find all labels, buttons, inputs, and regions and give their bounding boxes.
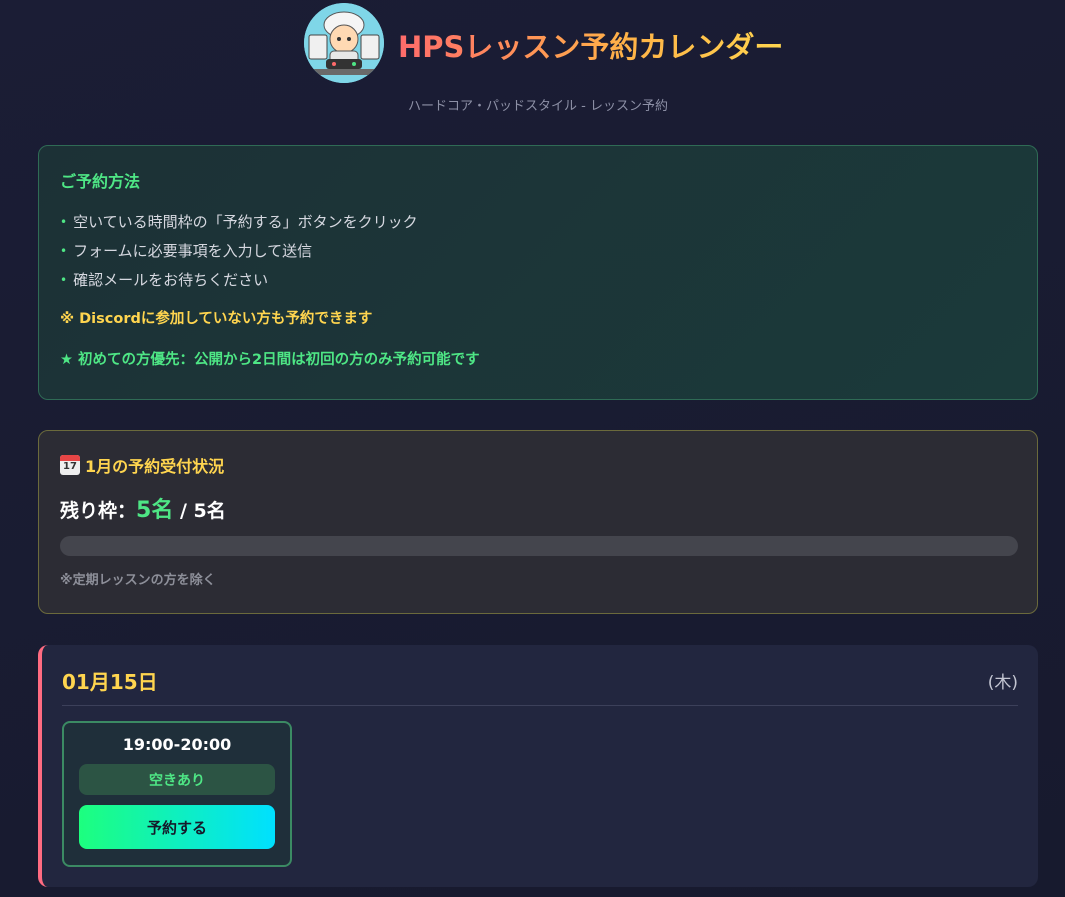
priority-note: ★ 初めての方優先：公開から2日間は初回の方のみ予約可能です [60,352,480,368]
status-title-row: 17 1月の予約受付状況 [60,453,1016,477]
day-weekday: (木) [987,672,1018,693]
status-note: ※定期レッスンの方を除く [60,573,216,588]
day-card: 01月15日 (木) 19:00-20:00 空きあり 予約する [38,645,1038,887]
remaining-count: 5名 [136,498,174,523]
day-date: 01月15日 [62,669,158,694]
list-item: • 確認メールをお待ちください [60,265,1016,294]
app-subtitle: ハードコア・パッドスタイル - レッスン予約 [408,99,668,114]
slot-time: 19:00-20:00 [122,735,232,754]
list-item: • 空いている時間枠の「予約する」ボタンをクリック [60,207,1016,236]
step-text: 空いている時間枠の「予約する」ボタンをクリック [73,213,418,231]
remaining-label: 残り枠： [60,500,137,522]
remaining-slots: 残り枠：5名 / 5名 [60,492,1016,524]
step-text: 確認メールをお待ちください [73,271,269,289]
bullet-icon: • [60,214,68,229]
capacity-progress-bar [60,536,1018,556]
divider [62,705,1018,706]
step-text: フォームに必要事項を入力して送信 [73,242,313,260]
calendar-icon: 17 [60,455,80,475]
instructions-title: ご予約方法 [60,172,141,191]
bullet-icon: • [60,272,68,287]
logo-icon [304,3,384,83]
reservation-instructions: ご予約方法 • 空いている時間枠の「予約する」ボタンをクリック • フォームに必要事… [38,145,1038,400]
header: HPSレッスン予約カレンダー ハードコア・パッドスタイル - レッスン予約 [0,0,1065,130]
total-count: / 5名 [179,500,226,522]
app-title: HPSレッスン予約カレンダー [398,24,783,66]
list-item: • フォームに必要事項を入力して送信 [60,236,1016,265]
reserve-button[interactable]: 予約する [79,805,275,849]
time-slot: 19:00-20:00 空きあり 予約する [62,721,292,867]
day-header: 01月15日 (木) [62,666,1018,694]
instructions-list: • 空いている時間枠の「予約する」ボタンをクリック • フォームに必要事項を入力して… [60,207,1016,294]
reservation-status: 17 1月の予約受付状況 残り枠：5名 / 5名 ※定期レッスンの方を除く [38,430,1038,614]
availability-badge: 空きあり [79,764,275,795]
discord-note: ※ Discordに参加していない方も予約できます [60,311,373,327]
status-title: 1月の予約受付状況 [85,457,225,476]
bullet-icon: • [60,243,68,258]
